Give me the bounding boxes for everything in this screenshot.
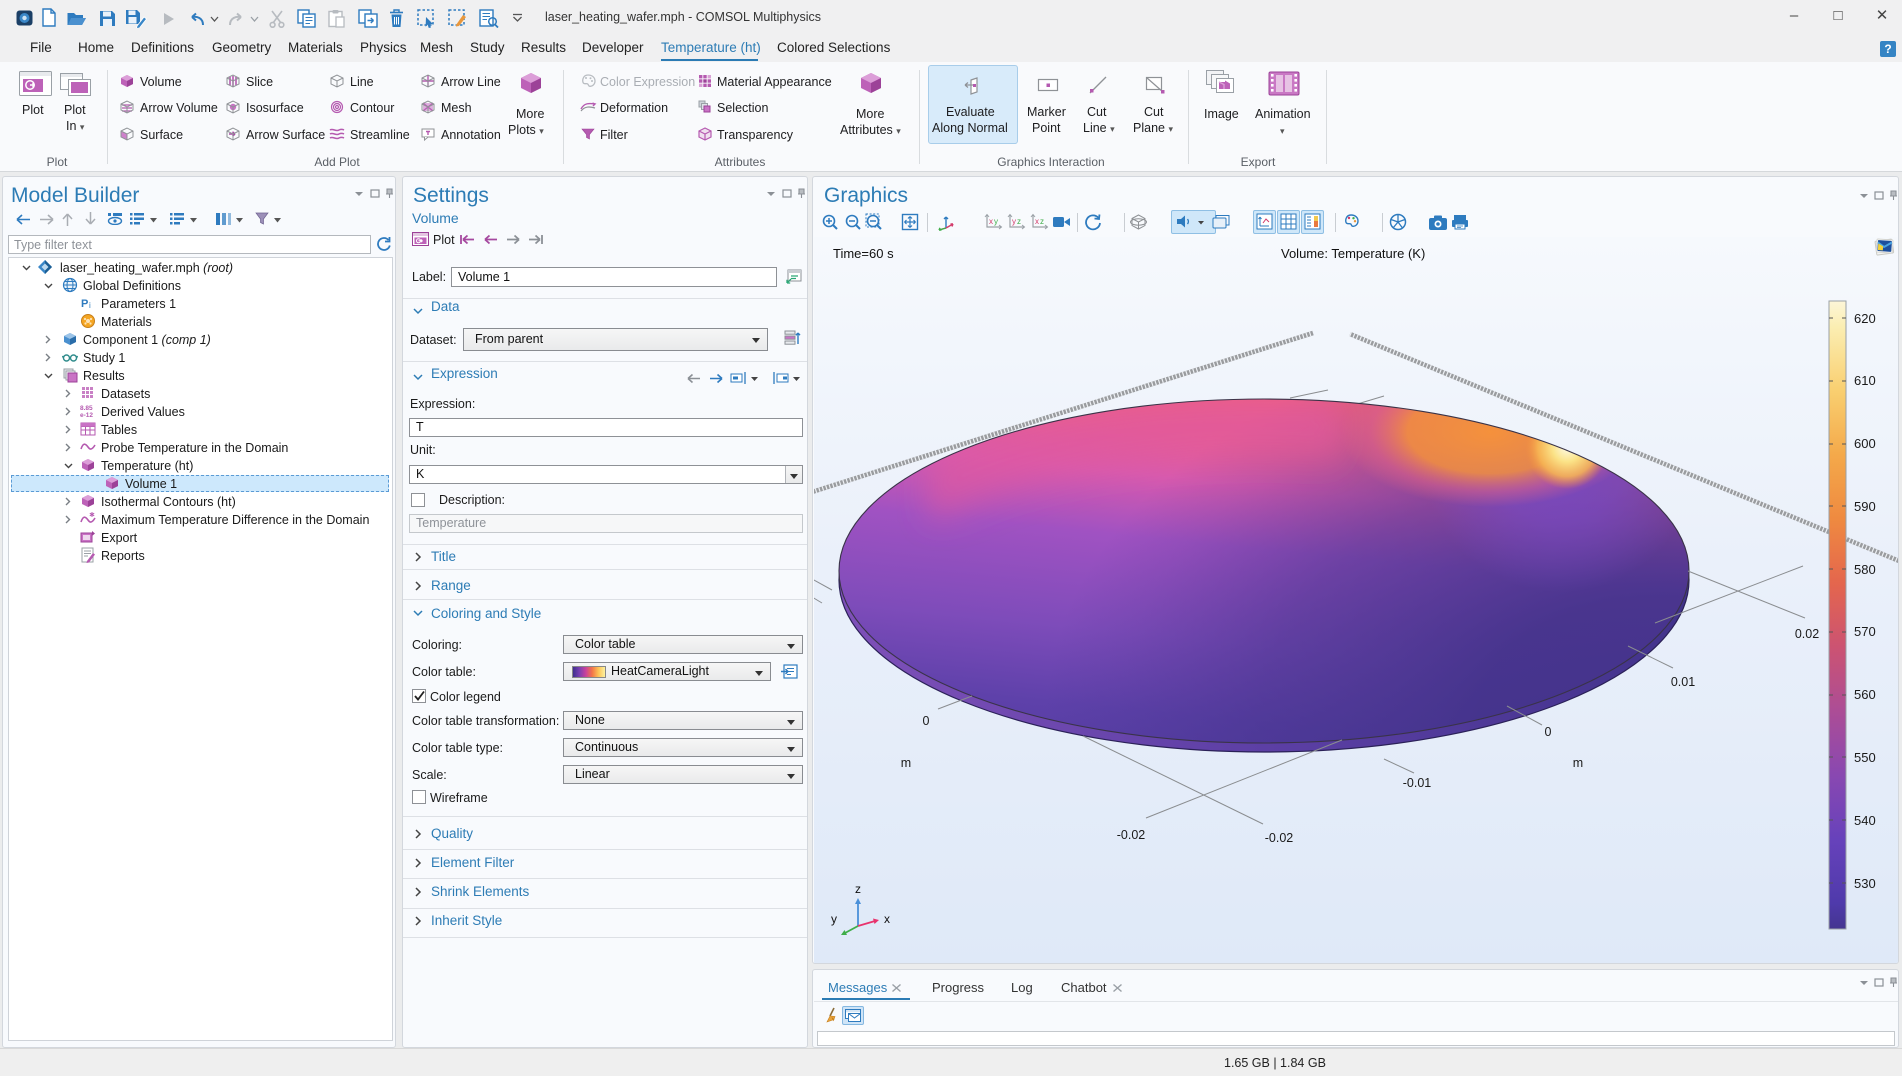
svg-text:580: 580 [1854,562,1876,577]
svg-text:0: 0 [1545,725,1552,739]
svg-text:550: 550 [1854,750,1876,765]
svg-text:y: y [1012,217,1016,226]
svg-text:z: z [855,882,861,896]
svg-text:620: 620 [1854,311,1876,326]
svg-text:y: y [831,912,837,926]
svg-text:0: 0 [923,714,930,728]
svg-text:m: m [901,756,911,770]
svg-text:-0.01: -0.01 [1403,776,1432,790]
svg-text:-0.02: -0.02 [1117,828,1146,842]
svg-text:530: 530 [1854,876,1876,891]
svg-text:610: 610 [1854,373,1876,388]
svg-text:0.02: 0.02 [1795,627,1819,641]
svg-text:m: m [1573,756,1583,770]
svg-text:0.01: 0.01 [1671,675,1695,689]
svg-text:-0.02: -0.02 [1265,831,1294,845]
svg-text:540: 540 [1854,813,1876,828]
svg-text:x: x [989,217,993,226]
svg-text:z: z [1040,217,1044,226]
svg-text:570: 570 [1854,624,1876,639]
svg-text:x: x [884,912,890,926]
svg-text:590: 590 [1854,499,1876,514]
svg-text:y: y [994,217,998,226]
svg-text:z: z [1017,217,1021,226]
svg-text:560: 560 [1854,687,1876,702]
svg-text:x: x [1035,217,1039,226]
svg-text:600: 600 [1854,436,1876,451]
